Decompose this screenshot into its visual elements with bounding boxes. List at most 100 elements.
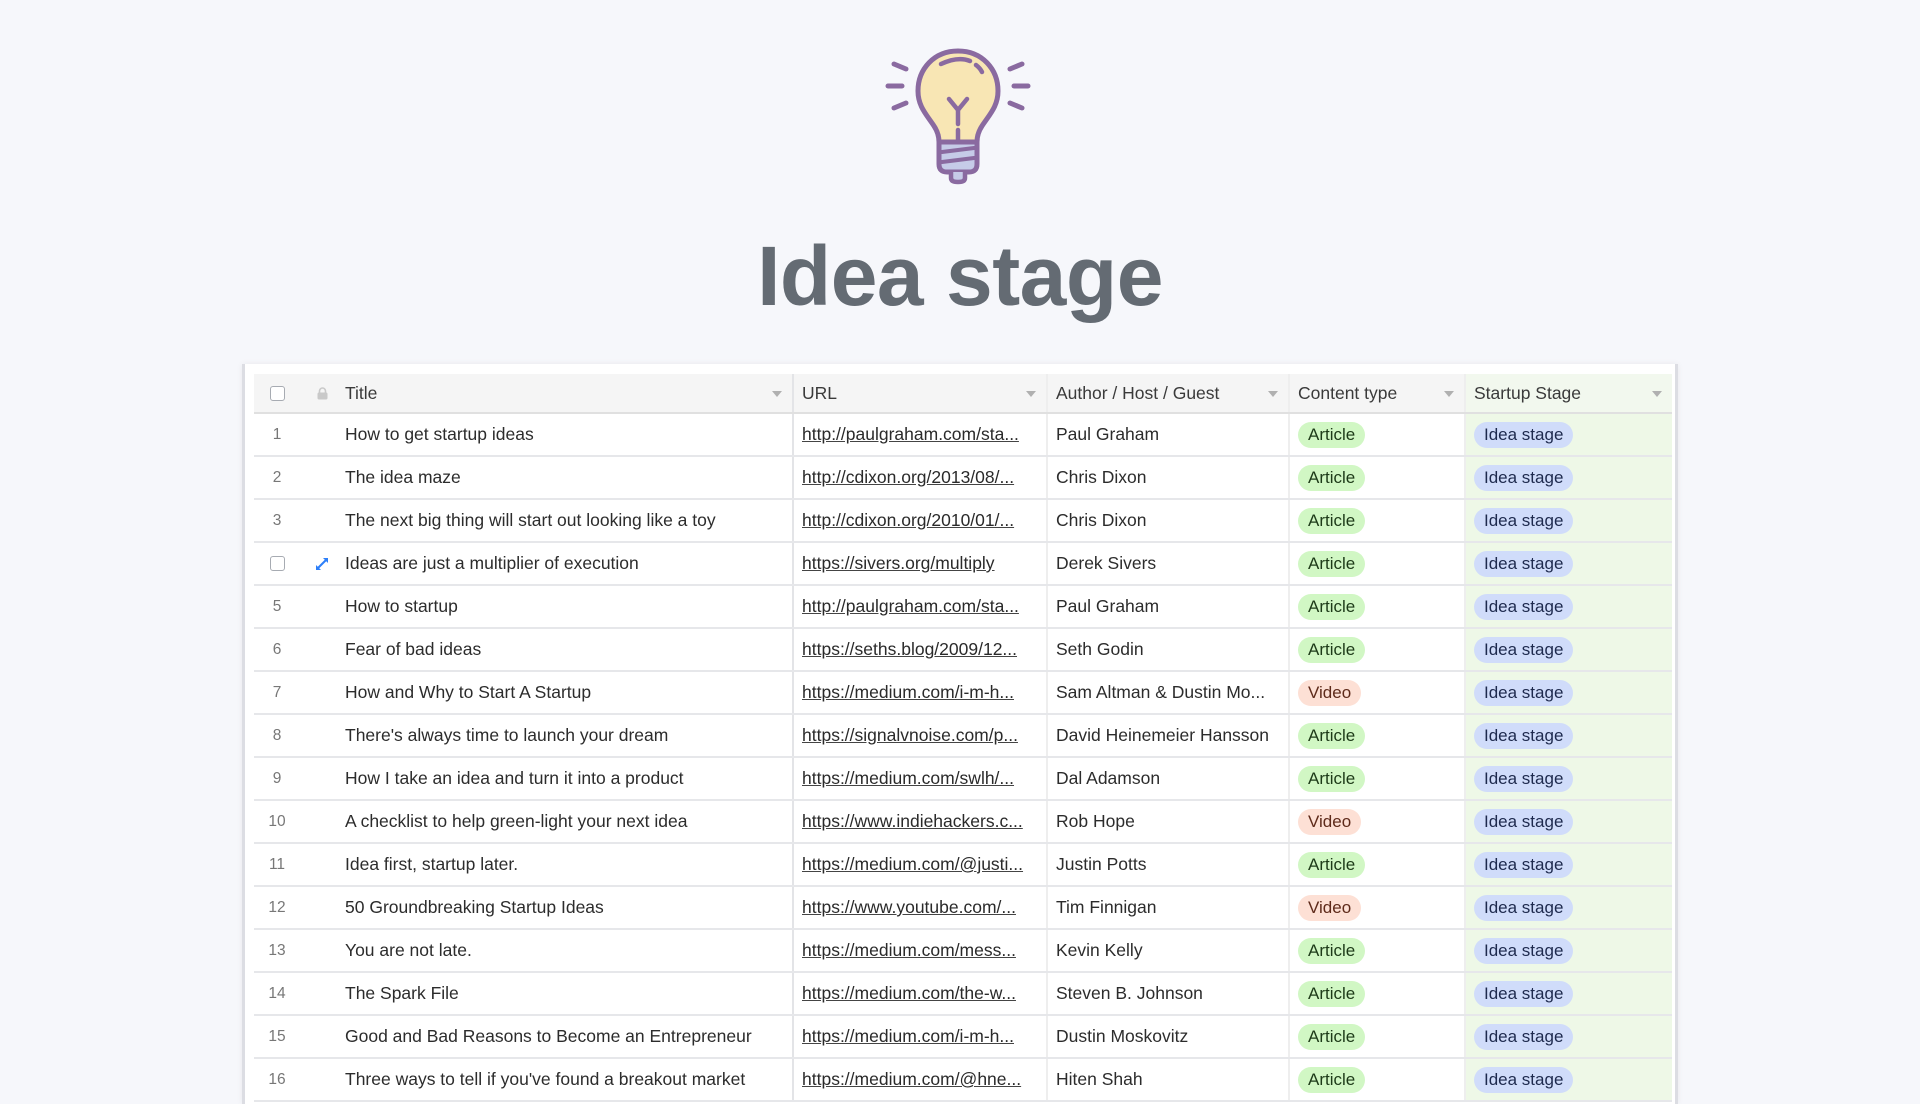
table-row[interactable]: 6 Fear of bad ideas https://seths.blog/200… [254,629,1672,672]
author-cell[interactable]: Chris Dixon [1048,457,1290,498]
expand-record-cell[interactable] [300,543,344,584]
url-cell[interactable]: https://medium.com/mess... [794,930,1048,971]
column-header-startup-stage[interactable]: Startup Stage [1466,374,1672,412]
table-row[interactable]: 14 The Spark File https://medium.com/the-w… [254,973,1672,1016]
expand-record-cell[interactable] [300,801,344,842]
startup-stage-cell[interactable]: Idea stage [1466,672,1672,713]
title-cell[interactable]: Fear of bad ideas [344,629,794,670]
title-cell[interactable]: Idea first, startup later. [344,844,794,885]
expand-record-cell[interactable] [300,629,344,670]
content-type-cell[interactable]: Article [1290,414,1466,455]
author-cell[interactable]: David Heinemeier Hansson [1048,715,1290,756]
url-link[interactable]: http://cdixon.org/2013/08/... [802,467,1014,488]
author-cell[interactable]: Kevin Kelly [1048,930,1290,971]
expand-record-cell[interactable] [300,887,344,928]
title-cell[interactable]: The next big thing will start out lookin… [344,500,794,541]
startup-stage-cell[interactable]: Idea stage [1466,500,1672,541]
content-type-cell[interactable]: Video [1290,887,1466,928]
url-cell[interactable]: https://seths.blog/2009/12... [794,629,1048,670]
content-type-cell[interactable]: Article [1290,1016,1466,1057]
table-row[interactable]: 5 How to startup http://paulgraham.com/sta… [254,586,1672,629]
table-row[interactable]: 15 Good and Bad Reasons to Become an Entr… [254,1016,1672,1059]
title-cell[interactable]: 50 Groundbreaking Startup Ideas [344,887,794,928]
url-link[interactable]: https://medium.com/the-w... [802,983,1016,1004]
url-link[interactable]: https://medium.com/swlh/... [802,768,1014,789]
url-link[interactable]: https://medium.com/@justi... [802,854,1023,875]
select-all-checkbox[interactable] [269,385,285,401]
column-header-content-type[interactable]: Content type [1290,374,1466,412]
column-header-title[interactable]: Title [344,374,794,412]
chevron-down-icon[interactable] [772,391,782,397]
url-cell[interactable]: https://www.youtube.com/... [794,887,1048,928]
author-cell[interactable]: Derek Sivers [1048,543,1290,584]
expand-record-cell[interactable] [300,672,344,713]
table-row[interactable]: 16 Three ways to tell if you've found a b… [254,1059,1672,1102]
chevron-down-icon[interactable] [1444,391,1454,397]
url-link[interactable]: https://www.youtube.com/... [802,897,1016,918]
startup-stage-cell[interactable]: Idea stage [1466,801,1672,842]
url-link[interactable]: https://medium.com/mess... [802,940,1016,961]
title-cell[interactable]: There's always time to launch your dream [344,715,794,756]
title-cell[interactable]: How to startup [344,586,794,627]
expand-record-cell[interactable] [300,586,344,627]
content-type-cell[interactable]: Video [1290,672,1466,713]
row-select-cell[interactable] [254,543,300,584]
startup-stage-cell[interactable]: Idea stage [1466,1016,1672,1057]
content-type-cell[interactable]: Article [1290,758,1466,799]
chevron-down-icon[interactable] [1652,391,1662,397]
author-cell[interactable]: Rob Hope [1048,801,1290,842]
url-link[interactable]: https://seths.blog/2009/12... [802,639,1017,660]
title-cell[interactable]: Ideas are just a multiplier of execution [344,543,794,584]
content-type-cell[interactable]: Video [1290,801,1466,842]
author-cell[interactable]: Seth Godin [1048,629,1290,670]
expand-record-cell[interactable] [300,414,344,455]
expand-record-cell[interactable] [300,1016,344,1057]
title-cell[interactable]: How I take an idea and turn it into a pr… [344,758,794,799]
url-cell[interactable]: http://cdixon.org/2010/01/... [794,500,1048,541]
table-row[interactable]: 1 How to get startup ideas http://paulgrah… [254,414,1672,457]
expand-record-cell[interactable] [300,500,344,541]
url-link[interactable]: http://cdixon.org/2010/01/... [802,510,1014,531]
startup-stage-cell[interactable]: Idea stage [1466,844,1672,885]
startup-stage-cell[interactable]: Idea stage [1466,543,1672,584]
author-cell[interactable]: Paul Graham [1048,586,1290,627]
title-cell[interactable]: Good and Bad Reasons to Become an Entrep… [344,1016,794,1057]
content-type-cell[interactable]: Article [1290,629,1466,670]
select-all-cell[interactable] [254,374,300,412]
author-cell[interactable]: Justin Potts [1048,844,1290,885]
table-row[interactable]: 13 You are not late. https://medium.com/me… [254,930,1672,973]
content-type-cell[interactable]: Article [1290,844,1466,885]
url-cell[interactable]: http://paulgraham.com/sta... [794,586,1048,627]
startup-stage-cell[interactable]: Idea stage [1466,715,1672,756]
url-cell[interactable]: https://medium.com/@justi... [794,844,1048,885]
table-row[interactable]: 9 How I take an idea and turn it into a p… [254,758,1672,801]
url-link[interactable]: https://www.indiehackers.c... [802,811,1023,832]
url-link[interactable]: https://sivers.org/multiply [802,553,995,574]
url-cell[interactable]: https://medium.com/i-m-h... [794,672,1048,713]
content-type-cell[interactable]: Article [1290,973,1466,1014]
url-cell[interactable]: https://signalvnoise.com/p... [794,715,1048,756]
expand-record-cell[interactable] [300,758,344,799]
url-cell[interactable]: https://www.indiehackers.c... [794,801,1048,842]
title-cell[interactable]: A checklist to help green-light your nex… [344,801,794,842]
expand-record-cell[interactable] [300,930,344,971]
content-type-cell[interactable]: Article [1290,715,1466,756]
url-cell[interactable]: http://paulgraham.com/sta... [794,414,1048,455]
content-type-cell[interactable]: Article [1290,930,1466,971]
content-type-cell[interactable]: Article [1290,500,1466,541]
column-header-url[interactable]: URL [794,374,1048,412]
expand-icon[interactable] [315,557,329,571]
chevron-down-icon[interactable] [1026,391,1036,397]
expand-record-cell[interactable] [300,844,344,885]
table-row[interactable]: 8 There's always time to launch your drea… [254,715,1672,758]
url-cell[interactable]: https://medium.com/swlh/... [794,758,1048,799]
startup-stage-cell[interactable]: Idea stage [1466,457,1672,498]
content-type-cell[interactable]: Article [1290,457,1466,498]
content-type-cell[interactable]: Article [1290,543,1466,584]
author-cell[interactable]: Dustin Moskovitz [1048,1016,1290,1057]
author-cell[interactable]: Steven B. Johnson [1048,973,1290,1014]
table-row[interactable]: 10 A checklist to help green-light your n… [254,801,1672,844]
startup-stage-cell[interactable]: Idea stage [1466,930,1672,971]
startup-stage-cell[interactable]: Idea stage [1466,758,1672,799]
startup-stage-cell[interactable]: Idea stage [1466,629,1672,670]
